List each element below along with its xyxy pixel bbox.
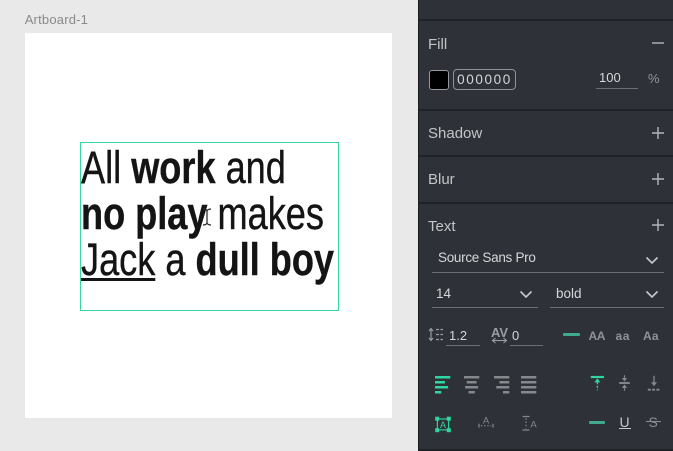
svg-text:A: A xyxy=(440,420,446,430)
svg-text:A: A xyxy=(483,416,490,427)
svg-text:A: A xyxy=(530,419,537,430)
